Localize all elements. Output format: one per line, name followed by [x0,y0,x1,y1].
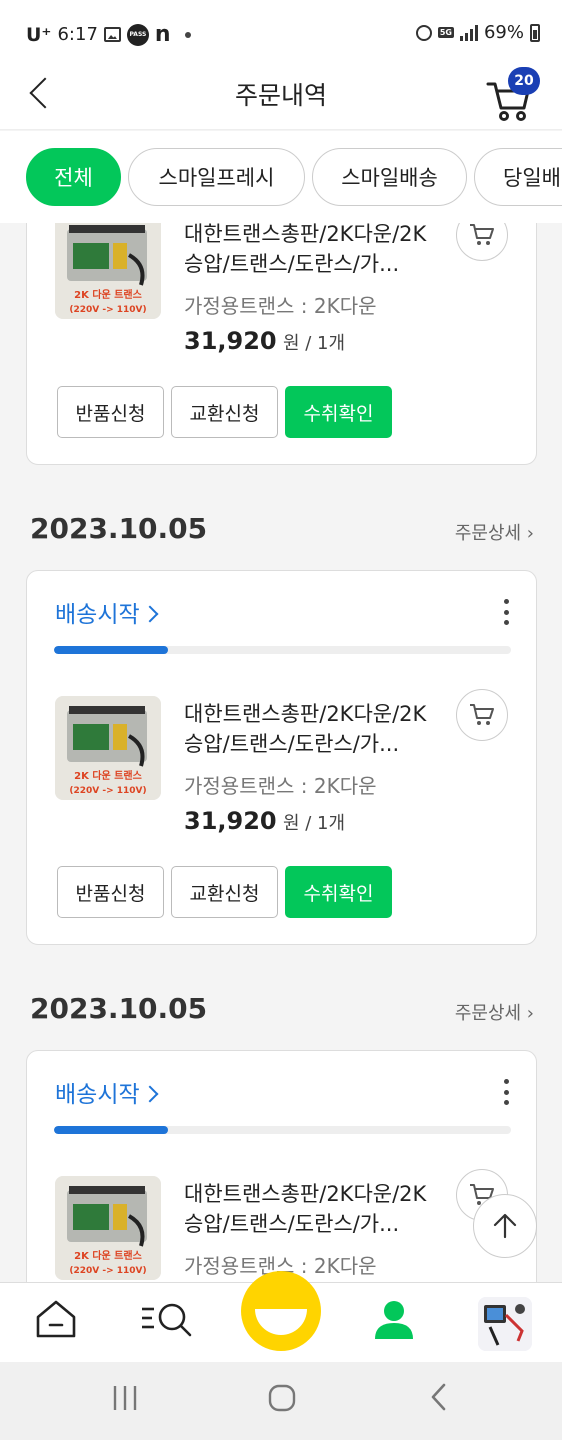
product-option: 가정용트랜스 : 2K다운 [184,774,377,798]
add-to-cart-button[interactable] [456,689,508,741]
order-card: 2K 다운 트랜스 (220V -> 110V) 대한트랜스총판/2K다운/2K… [26,190,537,465]
home-circle-icon [268,1384,296,1412]
product-name[interactable]: 대한트랜스총판/2K다운/2K승압/트랜스/도란스/가... [184,219,434,279]
cart-icon [470,704,494,725]
battery-percent: 69% [483,22,524,43]
clock: 6:17 [57,24,98,45]
order-card: 배송시작 2K 다운 트랜스 (220V -> 110V) 대한트랜스총판/2K… [26,570,537,945]
confirm-receipt-button[interactable]: 수취확인 [285,386,392,438]
product-image-caption: 2K 다운 트랜스 [74,288,142,301]
recent-product-thumbnail[interactable] [478,1297,532,1351]
nav-home[interactable] [34,1297,78,1345]
product-image[interactable]: 2K 다운 트랜스 (220V -> 110V) [55,1176,161,1280]
chevron-right-icon [141,605,159,623]
delivery-status-link[interactable]: 배송시작 [55,595,159,629]
battery-icon [530,23,540,42]
delivery-progress-fill [54,646,169,654]
delivery-progress-fill [54,1126,169,1134]
alarm-icon [415,24,432,41]
price-unit: 원 / 1개 [282,333,346,354]
naver-notification-icon: n [154,22,171,47]
system-navigation-bar [0,1362,562,1440]
tab-smile-delivery[interactable]: 스마일배송 [312,148,467,206]
app-header: 주문내역 20 [0,62,562,130]
network-type-icon: 5G [437,27,454,38]
delivery-progress-bar [54,1126,511,1134]
product-image-subcaption: (220V -> 110V) [69,786,146,796]
order-detail-link[interactable]: 주문상세 › [455,519,534,545]
status-bar: U⁺ 6:17 PASS n 5G 69% [0,0,562,62]
delivery-status-text: 배송시작 [55,1082,140,1108]
cart-button[interactable]: 20 [486,67,540,121]
pass-notification-icon: PASS [126,23,149,46]
tab-all[interactable]: 전체 [26,148,121,206]
price-amount: 31,920 [184,807,277,835]
product-price: 31,920 원 / 1개 [184,807,345,835]
exchange-request-button[interactable]: 교환신청 [171,866,278,918]
nav-category-search[interactable] [140,1297,194,1345]
return-request-button[interactable]: 반품신청 [57,866,164,918]
product-price: 31,920 원 / 1개 [184,327,345,355]
price-unit: 원 / 1개 [282,813,346,834]
product-option: 가정용트랜스 : 2K다운 [184,294,377,318]
arrow-up-icon [493,1213,517,1239]
carrier-label: U⁺ [26,23,52,46]
product-image-caption: 2K 다운 트랜스 [74,769,142,782]
product-image-subcaption: (220V -> 110V) [69,305,146,315]
more-notifications-dot-icon [184,31,191,38]
delivery-status-link[interactable]: 배송시작 [55,1075,159,1109]
order-date: 2023.10.05 [30,512,208,545]
product-image-caption: 2K 다운 트랜스 [74,1249,142,1262]
back-icon [431,1383,446,1411]
signal-icon [459,24,478,41]
page-title: 주문내역 [234,81,327,110]
cart-icon [470,224,494,245]
back-system-button[interactable] [424,1380,454,1418]
chevron-right-icon [141,1085,159,1103]
bottom-navigation [0,1271,562,1362]
home-system-button[interactable] [266,1380,298,1418]
recent-apps-button[interactable] [110,1380,140,1418]
delivery-progress-bar [54,646,511,654]
product-image[interactable]: 2K 다운 트랜스 (220V -> 110V) [55,215,161,319]
more-options-icon[interactable] [498,597,514,627]
delivery-status-text: 배송시작 [55,602,140,628]
gallery-notification-icon [103,27,121,42]
product-name[interactable]: 대한트랜스총판/2K다운/2K승압/트랜스/도란스/가... [184,699,434,759]
tab-same-day[interactable]: 당일배 [474,148,562,206]
return-request-button[interactable]: 반품신청 [57,386,164,438]
home-icon [36,1300,76,1338]
smile-icon[interactable] [241,1271,321,1351]
confirm-receipt-button[interactable]: 수취확인 [285,866,392,918]
order-detail-link[interactable]: 주문상세 › [455,999,534,1025]
product-image[interactable]: 2K 다운 트랜스 (220V -> 110V) [55,696,161,800]
my-page-icon [375,1301,413,1339]
order-date: 2023.10.05 [30,992,208,1025]
category-search-icon [142,1303,192,1337]
exchange-request-button[interactable]: 교환신청 [171,386,278,438]
more-options-icon[interactable] [498,1077,514,1107]
recent-apps-icon [113,1386,137,1410]
scroll-to-top-button[interactable] [473,1194,537,1258]
filter-tabs: 전체 스마일프레시 스마일배송 당일배 [0,131,562,223]
cart-count-badge: 20 [508,67,540,95]
nav-my-page[interactable] [372,1297,416,1345]
price-amount: 31,920 [184,327,277,355]
product-name[interactable]: 대한트랜스총판/2K다운/2K승압/트랜스/도란스/가... [184,1179,434,1239]
product-image-subcaption: (220V -> 110V) [69,1266,146,1276]
tab-smile-fresh[interactable]: 스마일프레시 [128,148,305,206]
